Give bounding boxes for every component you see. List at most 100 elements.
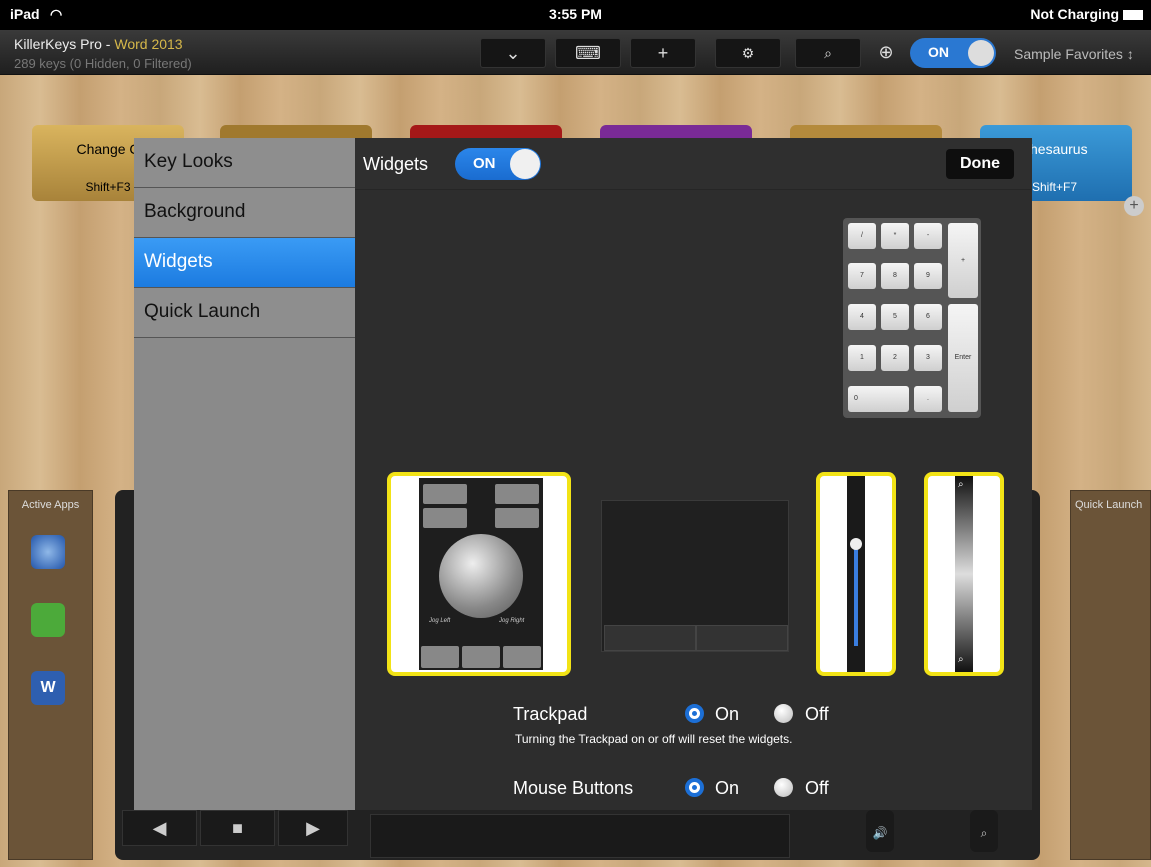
next-button[interactable]: ▶ [278, 810, 348, 846]
jog-button [495, 508, 539, 528]
mouse-buttons-off-radio[interactable] [774, 778, 793, 797]
plus-icon: + [657, 43, 669, 63]
jog-button [421, 646, 459, 668]
numpad-key: Enter [948, 304, 978, 412]
charging-status: Not Charging [1030, 6, 1119, 22]
prev-icon: ◀ [152, 818, 167, 838]
status-bar: iPad ◠ 3:55 PM Not Charging [0, 0, 1151, 30]
trackpad-off-radio[interactable] [774, 704, 793, 723]
app-toggle[interactable]: ON [910, 38, 996, 68]
jog-left-label: Jog Left [429, 618, 451, 624]
sidebar-item-key-looks[interactable]: Key Looks [134, 138, 355, 188]
jog-wheel-panel: Jog Left Jog Right [419, 478, 543, 670]
volume-slider-widget[interactable] [816, 472, 896, 676]
widgets-toggle[interactable]: ON [455, 148, 541, 180]
quick-launch-panel: Quick Launch [1070, 490, 1151, 860]
numpad-key: 8 [881, 263, 909, 289]
mouse-buttons-on-label: On [715, 778, 740, 798]
app-toggle-label: ON [928, 44, 949, 60]
jog-right-label: Jog Right [499, 618, 525, 624]
jog-button [462, 646, 500, 668]
app-toolbar: KillerKeys Pro - Word 2013 289 keys (0 H… [0, 30, 1151, 75]
trackpad-option-label: Trackpad [513, 704, 588, 724]
numpad-key: 7 [848, 263, 876, 289]
widgets-toggle-label: ON [473, 155, 496, 172]
gear-icon: ⚙ [741, 45, 755, 61]
numpad-key: 5 [881, 304, 909, 330]
quick-launch-label: Quick Launch [1075, 499, 1143, 511]
collapse-button[interactable]: ⌄ [480, 38, 546, 68]
numpad-key: 1 [848, 345, 876, 371]
jog-button [495, 484, 539, 504]
numpad-key: . [914, 386, 942, 412]
stop-button[interactable]: ■ [200, 810, 275, 846]
next-icon: ▶ [306, 818, 320, 838]
add-button[interactable]: + [630, 38, 696, 68]
key-count: 289 keys (0 Hidden, 0 Filtered) [14, 56, 192, 71]
trackpad-on-label: On [715, 704, 740, 724]
globe-button[interactable]: ⊕ [872, 38, 900, 68]
app-title: KillerKeys Pro - Word 2013 [14, 36, 183, 52]
numpad-key: 0 [848, 386, 909, 412]
battery-icon [1123, 10, 1143, 20]
mouse-buttons-on-radio[interactable] [685, 778, 704, 797]
jog-dial [439, 534, 523, 618]
numpad-widget[interactable]: / * - + 7 8 9 4 5 6 1 2 3 Enter 0 . [843, 218, 981, 418]
widgets-settings-panel: Widgets ON Done / * - + 7 8 9 4 5 6 1 2 … [355, 138, 1032, 810]
prev-button[interactable]: ◀ [122, 810, 197, 846]
word-app-icon[interactable]: W [31, 671, 65, 705]
mouse-buttons-option-label: Mouse Buttons [513, 778, 634, 798]
globe-icon: ⊕ [878, 42, 894, 62]
mouse-buttons-off-label: Off [805, 778, 829, 798]
keyboard-icon: ⌨ [575, 43, 601, 63]
favorites-selector[interactable]: Sample Favorites ↕ [1014, 46, 1134, 62]
done-button[interactable]: Done [946, 149, 1014, 179]
jog-widget[interactable]: Jog Left Jog Right [387, 472, 571, 676]
document-name: Word 2013 [114, 36, 183, 52]
numpad-key: 6 [914, 304, 942, 330]
app-name: KillerKeys Pro - [14, 36, 115, 52]
keyboard-button[interactable]: ⌨ [555, 38, 621, 68]
numpad-key: 3 [914, 345, 942, 371]
app-icon-1[interactable] [31, 535, 65, 569]
numpad-key: 2 [881, 345, 909, 371]
settings-sidebar: Key Looks Background Widgets Quick Launc… [134, 138, 355, 810]
zoom-track: ⌕ ⌕ [955, 476, 973, 672]
bottom-trackpad-buttons[interactable] [370, 814, 790, 858]
settings-button[interactable]: ⚙ [715, 38, 781, 68]
trackpad-on-radio[interactable] [685, 704, 704, 723]
sidebar-item-background[interactable]: Background [134, 188, 355, 238]
numpad-key: - [914, 223, 942, 249]
numpad-key: 4 [848, 304, 876, 330]
trackpad-off-label: Off [805, 704, 829, 724]
app-icon-2[interactable] [31, 603, 65, 637]
numpad-key: + [948, 223, 978, 298]
jog-button [423, 508, 467, 528]
zoom-in-icon: ⌕ [958, 479, 964, 490]
zoom-icon[interactable]: ⌕ [970, 810, 998, 852]
stop-icon: ■ [232, 818, 243, 838]
zoom-out-icon: ⌕ [958, 654, 964, 665]
search-icon: ⌕ [824, 45, 832, 61]
trackpad-left-button [604, 625, 696, 651]
add-key-icon[interactable]: + [1124, 196, 1144, 216]
slider-fill [854, 546, 858, 646]
sidebar-item-widgets[interactable]: Widgets [134, 238, 355, 288]
trackpad-note: Turning the Trackpad on or off will rese… [515, 732, 793, 746]
numpad-key: / [848, 223, 876, 249]
trackpad-widget[interactable] [601, 500, 789, 652]
active-apps-panel: Active Apps W [8, 490, 93, 860]
active-apps-label: Active Apps [21, 499, 80, 511]
clock: 3:55 PM [549, 6, 602, 22]
slider-track [847, 476, 865, 672]
zoom-slider-widget[interactable]: ⌕ ⌕ [924, 472, 1004, 676]
panel-title: Widgets [363, 154, 429, 174]
sidebar-item-quick-launch[interactable]: Quick Launch [134, 288, 355, 338]
trackpad-right-button [696, 625, 788, 651]
search-button[interactable]: ⌕ [795, 38, 861, 68]
chevron-down-icon: ⌄ [505, 43, 521, 63]
panel-header: Widgets ON Done [355, 138, 1032, 190]
jog-button [423, 484, 467, 504]
jog-button [503, 646, 541, 668]
volume-icon[interactable]: 🔊 [866, 810, 894, 852]
